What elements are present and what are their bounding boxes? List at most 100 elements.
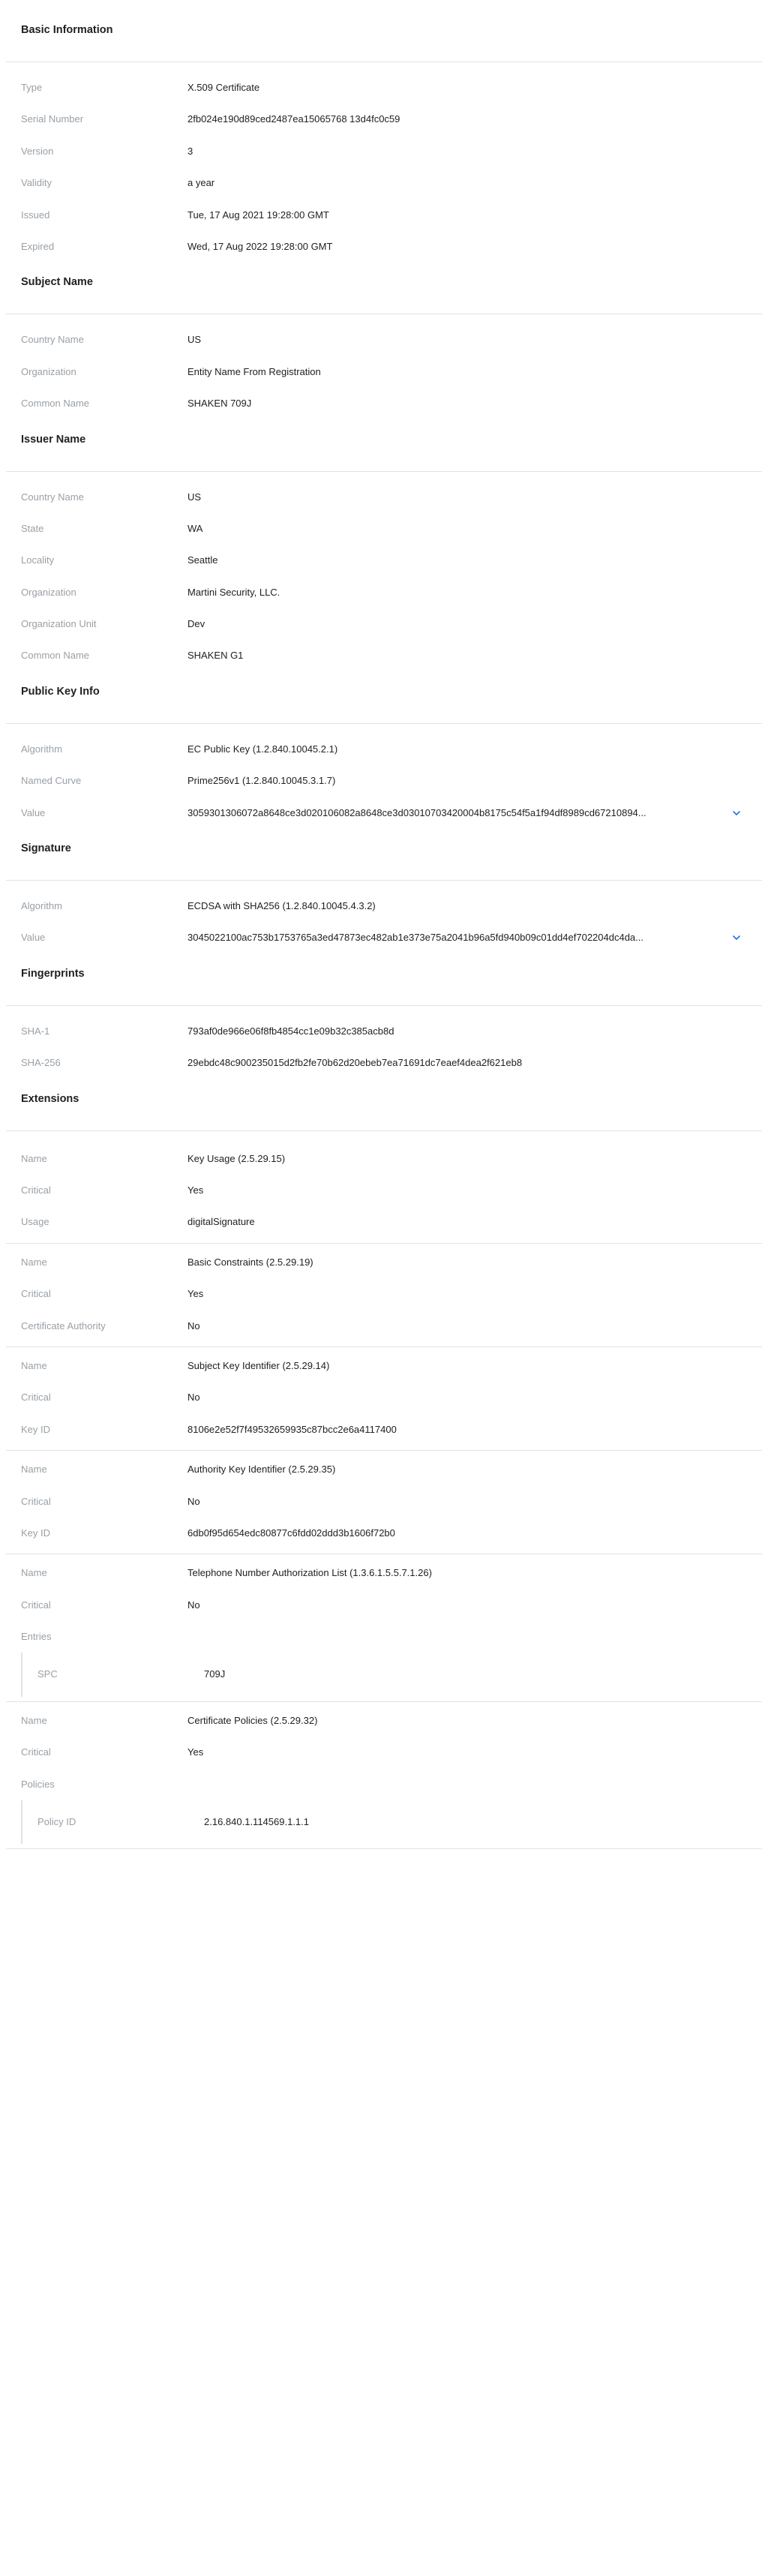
field-row: Value 3059301306072a8648ce3d020106082a86…	[0, 797, 768, 829]
field-label: Organization	[21, 586, 76, 598]
field-label: Serial Number	[21, 113, 84, 125]
field-label: Country Name	[21, 491, 84, 503]
field-row: Value 3045022100ac753b1753765a3ed47873ec…	[0, 922, 768, 953]
field-row: Serial Number 2fb024e190d89ced2487ea1506…	[0, 104, 768, 135]
field-value: Yes	[188, 1746, 204, 1758]
section-title: Issuer Name	[21, 433, 86, 446]
field-row: Key ID 8106e2e52f7f49532659935c87bcc2e6a…	[0, 1414, 768, 1446]
field-row: SHA-1 793af0de966e06f8fb4854cc1e09b32c38…	[0, 1016, 768, 1047]
field-row: SPC 709J	[22, 1659, 768, 1690]
extension-basic-constraints: Name Basic Constraints (2.5.29.19) Criti…	[0, 1244, 768, 1347]
field-label: Usage	[21, 1216, 50, 1228]
field-row: Validity a year	[0, 167, 768, 199]
field-label: Name	[21, 1359, 47, 1371]
field-row: Named Curve Prime256v1 (1.2.840.10045.3.…	[0, 765, 768, 797]
field-value: Tue, 17 Aug 2021 19:28:00 GMT	[188, 209, 329, 221]
chevron-down-icon[interactable]	[731, 808, 742, 818]
field-value: Key Usage (2.5.29.15)	[188, 1152, 286, 1164]
section-fingerprints: Fingerprints SHA-1 793af0de966e06f8fb485…	[0, 959, 768, 1084]
field-row: Name Subject Key Identifier (2.5.29.14)	[0, 1350, 768, 1382]
section-issuer-name: Issuer Name Country Name US State WA Loc…	[0, 425, 768, 677]
field-value: 2.16.840.1.114569.1.1.1	[204, 1816, 309, 1828]
field-row: Usage digitalSignature	[0, 1206, 768, 1238]
field-label: Validity	[21, 177, 52, 189]
section-extensions: Extensions Name Key Usage (2.5.29.15) Cr…	[0, 1084, 768, 1850]
extension-authority-key-identifier: Name Authority Key Identifier (2.5.29.35…	[0, 1451, 768, 1554]
field-value: Wed, 17 Aug 2022 19:28:00 GMT	[188, 240, 333, 252]
field-row: Policy ID 2.16.840.1.114569.1.1.1	[22, 1806, 768, 1838]
field-label: SPC	[38, 1668, 58, 1680]
field-row: Organization Entity Name From Registrati…	[0, 356, 768, 388]
field-value: Authority Key Identifier (2.5.29.35)	[188, 1464, 336, 1476]
field-label: Key ID	[21, 1527, 51, 1539]
field-row: Name Certificate Policies (2.5.29.32)	[0, 1705, 768, 1737]
field-value: US	[188, 334, 202, 346]
field-row: Expired Wed, 17 Aug 2022 19:28:00 GMT	[0, 231, 768, 263]
field-row: Certificate Authority No	[0, 1311, 768, 1342]
field-label: Critical	[21, 1184, 51, 1196]
field-label: Issued	[21, 209, 50, 221]
field-value: a year	[188, 177, 215, 189]
section-subject-name: Subject Name Country Name US Organizatio…	[0, 267, 768, 424]
field-row: Name Authority Key Identifier (2.5.29.35…	[0, 1454, 768, 1485]
field-value: 29ebdc48c900235015d2fb2fe70b62d20ebeb7ea…	[188, 1057, 523, 1069]
field-label: Certificate Authority	[21, 1320, 106, 1332]
field-row: Type X.509 Certificate	[0, 72, 768, 104]
field-label: Algorithm	[21, 900, 62, 912]
field-value: No	[188, 1495, 200, 1507]
field-row: State WA	[0, 513, 768, 545]
field-label: Value	[21, 806, 46, 818]
field-value: Entity Name From Registration	[188, 365, 321, 377]
field-label: Name	[21, 1152, 47, 1164]
section-title: Subject Name	[21, 276, 93, 289]
field-row: Key ID 6db0f95d654edc80877c6fdd02ddd3b16…	[0, 1518, 768, 1549]
field-row: Organization Martini Security, LLC.	[0, 577, 768, 608]
field-value: No	[188, 1599, 200, 1611]
field-label: Type	[21, 82, 43, 93]
field-value: US	[188, 491, 202, 503]
field-value: Dev	[188, 618, 206, 630]
field-label: SHA-256	[21, 1057, 61, 1069]
field-value: 6db0f95d654edc80877c6fdd02ddd3b1606f72b0	[188, 1527, 395, 1539]
field-value: WA	[188, 522, 203, 534]
section-public-key-info: Public Key Info Algorithm EC Public Key …	[0, 677, 768, 833]
field-label: Named Curve	[21, 775, 82, 787]
public-key-value: 3059301306072a8648ce3d020106082a8648ce3d…	[188, 806, 646, 818]
field-label: Expired	[21, 240, 55, 252]
chevron-down-icon[interactable]	[731, 932, 742, 943]
field-value: 3	[188, 145, 194, 157]
field-label: Version	[21, 145, 54, 157]
field-value: Yes	[188, 1184, 204, 1196]
field-label: Critical	[21, 1746, 51, 1758]
field-row: Critical Yes	[0, 1175, 768, 1206]
field-row: Entries	[0, 1621, 768, 1653]
section-title: Basic Information	[21, 24, 113, 36]
field-label: Name	[21, 1256, 47, 1268]
field-value: EC Public Key (1.2.840.10045.2.1)	[188, 743, 338, 755]
field-label: Algorithm	[21, 743, 62, 755]
field-label: State	[21, 522, 44, 534]
extension-subject-key-identifier: Name Subject Key Identifier (2.5.29.14) …	[0, 1347, 768, 1450]
field-row: Name Basic Constraints (2.5.29.19)	[0, 1247, 768, 1278]
extension-tn-authorization-list: Name Telephone Number Authorization List…	[0, 1554, 768, 1701]
section-basic-information: Basic Information Type X.509 Certificate…	[0, 15, 768, 267]
field-value: SHAKEN G1	[188, 650, 244, 662]
field-row: Locality Seattle	[0, 545, 768, 576]
field-row: Country Name US	[0, 324, 768, 356]
field-row: Issued Tue, 17 Aug 2021 19:28:00 GMT	[0, 200, 768, 231]
field-value: ECDSA with SHA256 (1.2.840.10045.4.3.2)	[188, 900, 376, 912]
field-value: Basic Constraints (2.5.29.19)	[188, 1256, 314, 1268]
field-label: Common Name	[21, 650, 90, 662]
section-title: Public Key Info	[21, 685, 100, 698]
field-label: Critical	[21, 1495, 51, 1507]
section-signature: Signature Algorithm ECDSA with SHA256 (1…	[0, 833, 768, 959]
field-row: Critical No	[0, 1486, 768, 1518]
field-label: Name	[21, 1714, 47, 1726]
field-value: Telephone Number Authorization List (1.3…	[188, 1567, 432, 1579]
field-row: Name Key Usage (2.5.29.15)	[0, 1143, 768, 1175]
field-value: SHAKEN 709J	[188, 398, 252, 410]
field-label: Organization	[21, 365, 76, 377]
field-label: Critical	[21, 1392, 51, 1404]
field-label: Locality	[21, 554, 55, 566]
field-label: Critical	[21, 1288, 51, 1300]
